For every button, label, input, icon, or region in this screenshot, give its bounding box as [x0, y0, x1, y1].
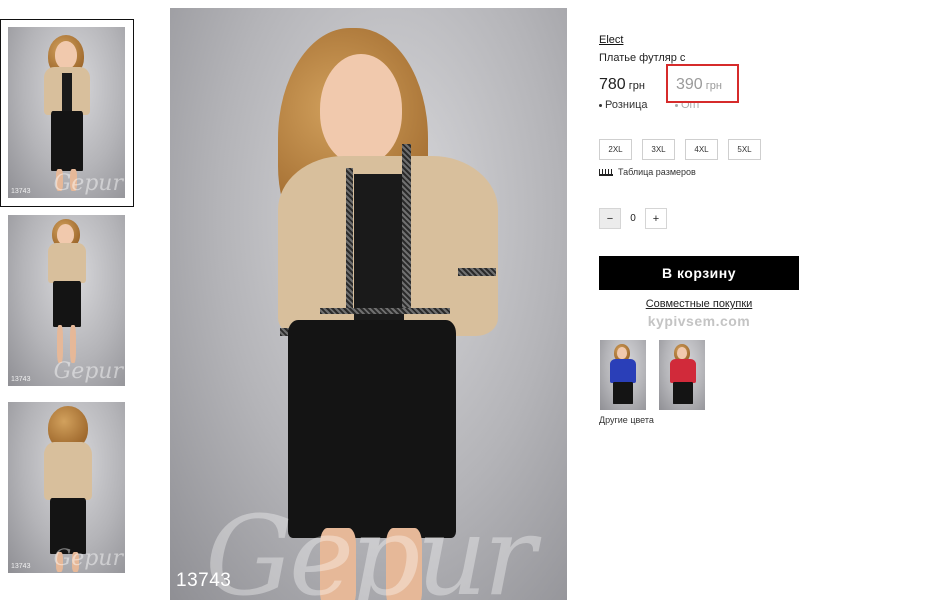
watermark-logo: Gepur: [53, 546, 123, 571]
watermark-logo: Gepur: [53, 171, 123, 196]
product-title: Платье футляр с: [599, 52, 686, 64]
ruler-icon: [599, 168, 613, 176]
opt-price-value: 390: [676, 76, 703, 93]
size-5xl[interactable]: 5XL: [728, 139, 761, 160]
opt-price: 390 грн: [676, 76, 722, 94]
quantity-stepper: − 0 +: [599, 208, 667, 229]
thumbnail-code: 13743: [11, 563, 31, 570]
thumbnail-1[interactable]: 13743 Gepur: [0, 19, 134, 207]
size-4xl[interactable]: 4XL: [685, 139, 718, 160]
thumbnail-photo: 13743 Gepur: [8, 402, 125, 573]
thumbnail-code: 13743: [11, 188, 31, 195]
color-variant-blue[interactable]: [600, 340, 646, 410]
thumbnail-2[interactable]: 13743 Gepur: [8, 215, 125, 386]
add-to-cart-button[interactable]: В корзину: [599, 256, 799, 290]
size-2xl[interactable]: 2XL: [599, 139, 632, 160]
quantity-minus-button[interactable]: −: [599, 208, 621, 229]
quantity-plus-button[interactable]: +: [645, 208, 667, 229]
quantity-value[interactable]: 0: [621, 213, 645, 224]
watermark-logo: Gepur: [53, 359, 123, 384]
retail-price: 780 грн: [599, 76, 645, 94]
main-product-photo[interactable]: Gepur 13743: [170, 8, 567, 600]
size-options: 2XL 3XL 4XL 5XL: [599, 139, 761, 160]
size-table-label: Таблица размеров: [618, 167, 696, 177]
opt-currency: грн: [705, 80, 722, 92]
color-variant-red[interactable]: [659, 340, 705, 410]
other-colors-label: Другие цвета: [599, 415, 654, 425]
thumbnail-photo: 13743 Gepur: [8, 215, 125, 386]
retail-price-value: 780: [599, 76, 626, 93]
model-face: [320, 54, 402, 164]
thumbnail-3[interactable]: 13743 Gepur: [8, 402, 125, 573]
size-3xl[interactable]: 3XL: [642, 139, 675, 160]
brand-link[interactable]: Elect: [599, 34, 623, 46]
thumbnail-code: 13743: [11, 376, 31, 383]
retail-currency: грн: [628, 80, 645, 92]
retail-label: Розница: [599, 99, 648, 111]
thumbnail-photo: 13743 Gepur: [8, 27, 125, 198]
size-table-link[interactable]: Таблица размеров: [599, 167, 696, 177]
joint-purchase-site: kypivsem.com: [647, 313, 751, 329]
main-photo-code: 13743: [176, 570, 232, 591]
joint-purchase-link[interactable]: Совместные покупки: [599, 298, 799, 310]
